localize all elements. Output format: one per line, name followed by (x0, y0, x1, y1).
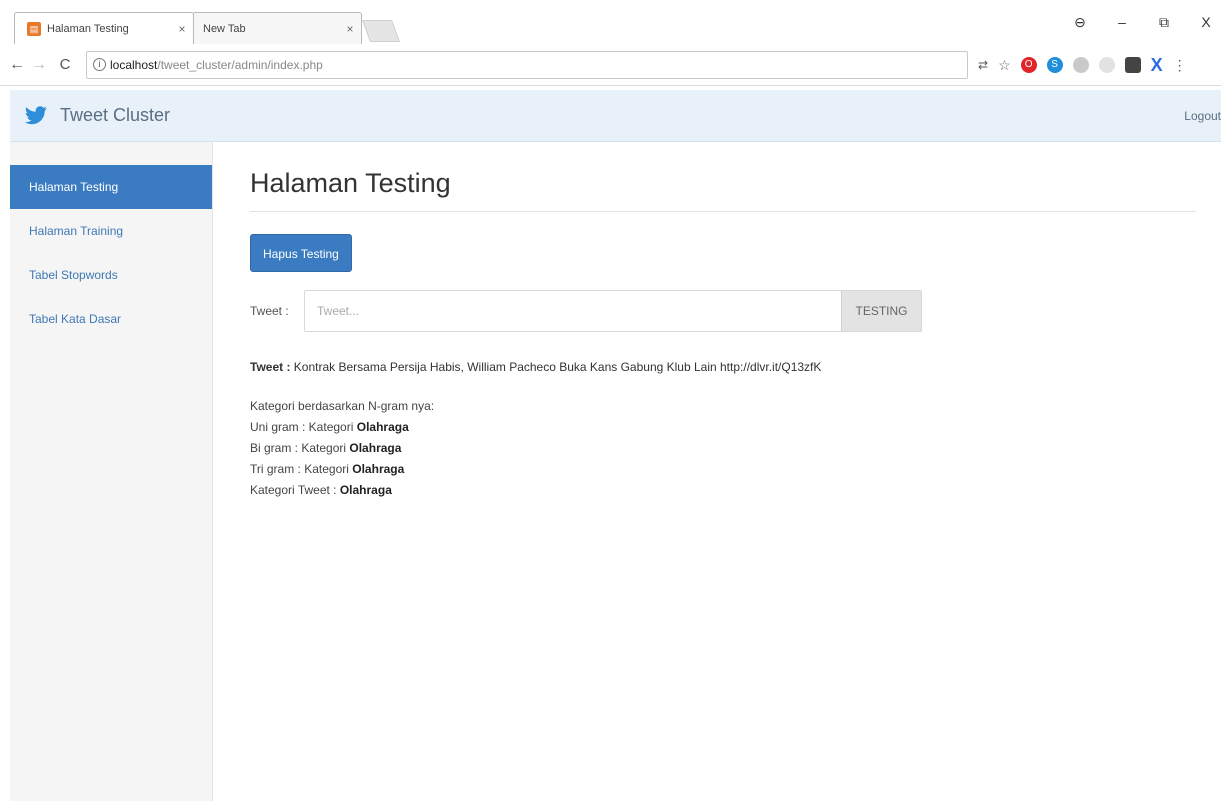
extensions-area: ⇄ ☆ O S X ⋮ (978, 56, 1187, 74)
dark-extension-icon[interactable] (1124, 56, 1141, 73)
result-tweet-text: Kontrak Bersama Persija Habis, William P… (293, 360, 822, 374)
page-title: Halaman Testing (250, 168, 1196, 212)
unigram-label: Uni gram : Kategori (250, 420, 354, 434)
new-tab-button[interactable] (361, 20, 401, 42)
reload-icon[interactable]: C (54, 56, 76, 73)
tweet-input[interactable] (305, 291, 841, 331)
browser-toolbar: ← → C i localhost/tweet_cluster/admin/in… (0, 44, 1221, 86)
window-controls: ⊖ – ⧉ X (1073, 14, 1213, 31)
testing-button[interactable]: TESTING (841, 291, 921, 331)
trigram-label: Tri gram : Kategori (250, 462, 349, 476)
bigram-value: Olahraga (349, 441, 402, 455)
url-path: /tweet_cluster/admin/index.php (157, 57, 323, 72)
tab-halaman-testing[interactable]: ▤ Halaman Testing × (14, 12, 194, 44)
result-tweet-label: Tweet : (250, 360, 291, 374)
tab-title: New Tab (203, 22, 246, 35)
restore-button[interactable]: ⧉ (1157, 14, 1171, 31)
tab-new-tab[interactable]: New Tab × (192, 12, 362, 44)
tweet-label: Tweet : (250, 304, 289, 318)
tab-close-icon[interactable]: × (171, 22, 193, 36)
url-host: localhost (110, 57, 158, 72)
sidebar: Halaman Testing Halaman Training Tabel S… (10, 142, 213, 801)
hapus-testing-button[interactable]: Hapus Testing (250, 234, 352, 272)
sidebar-item-tabel-kata-dasar[interactable]: Tabel Kata Dasar (10, 297, 212, 341)
unigram-row: Uni gram : Kategori Olahraga (250, 417, 1196, 438)
app-navbar: Tweet Cluster Logout (10, 90, 1221, 142)
info-icon[interactable]: i (93, 58, 106, 71)
tab-title: Halaman Testing (47, 22, 129, 35)
bookmark-star-icon[interactable]: ☆ (998, 57, 1011, 73)
final-category-row: Kategori Tweet : Olahraga (250, 480, 1196, 501)
profile-icon[interactable]: ⊖ (1073, 14, 1087, 31)
logout-link[interactable]: Logout (1184, 109, 1221, 123)
grey-extension-icon[interactable] (1072, 56, 1089, 73)
address-bar[interactable]: i localhost/tweet_cluster/admin/index.ph… (86, 50, 968, 79)
ngram-results: Kategori berdasarkan N-gram nya: Uni gra… (250, 396, 1196, 501)
back-arrow-icon[interactable]: ← (6, 56, 28, 74)
final-category-label: Kategori Tweet : (250, 483, 337, 497)
tweet-input-group: TESTING (304, 290, 922, 332)
x-extension-icon[interactable]: X (1151, 56, 1163, 74)
sidebar-item-halaman-testing[interactable]: Halaman Testing (10, 165, 212, 209)
tab-close-icon[interactable]: × (339, 22, 361, 36)
ngram-intro: Kategori berdasarkan N-gram nya: (250, 399, 435, 413)
result-tweet: Tweet : Kontrak Bersama Persija Habis, W… (250, 360, 1196, 374)
bigram-label: Bi gram : Kategori (250, 441, 347, 455)
opera-extension-icon[interactable]: O (1020, 56, 1037, 73)
translate-icon[interactable]: ⇄ (978, 57, 988, 73)
sidebar-item-halaman-training[interactable]: Halaman Training (10, 209, 212, 253)
browser-menu-icon[interactable]: ⋮ (1173, 57, 1187, 73)
tab-favicon-icon: ▤ (27, 21, 41, 36)
s-extension-icon[interactable]: S (1046, 56, 1063, 73)
forward-arrow-icon[interactable]: → (28, 56, 50, 74)
lightgrey-extension-icon[interactable] (1098, 56, 1115, 73)
close-window-button[interactable]: X (1199, 14, 1213, 31)
minimize-button[interactable]: – (1115, 14, 1129, 31)
trigram-value: Olahraga (352, 462, 405, 476)
bigram-row: Bi gram : Kategori Olahraga (250, 438, 1196, 459)
trigram-row: Tri gram : Kategori Olahraga (250, 459, 1196, 480)
browser-tabstrip: ▤ Halaman Testing × New Tab × ⊖ – ⧉ X (0, 0, 1221, 44)
main-content: Halaman Testing Hapus Testing Tweet : TE… (250, 142, 1196, 501)
final-category-value: Olahraga (339, 483, 392, 497)
sidebar-item-tabel-stopwords[interactable]: Tabel Stopwords (10, 253, 212, 297)
brand-title[interactable]: Tweet Cluster (60, 105, 170, 126)
twitter-bird-icon (25, 105, 47, 124)
tweet-form: Tweet : TESTING (250, 290, 1196, 332)
unigram-value: Olahraga (356, 420, 409, 434)
